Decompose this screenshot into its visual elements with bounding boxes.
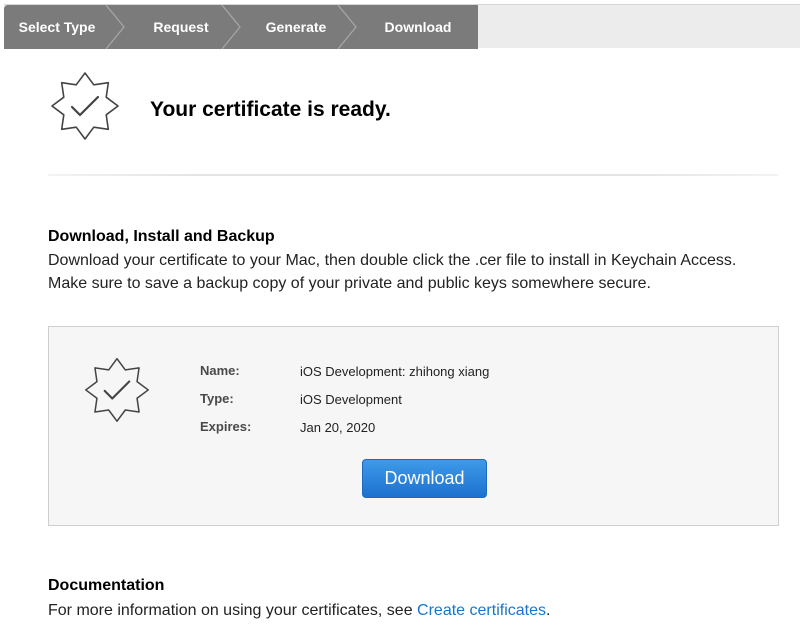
documentation-section-title: Documentation bbox=[48, 577, 165, 594]
step-progress-bar: Select Type Request Generate Download bbox=[4, 4, 800, 49]
step-separator-chevron bbox=[221, 5, 241, 49]
certificate-name-label: Name: bbox=[200, 363, 240, 378]
certificate-badge-check-icon bbox=[85, 357, 149, 422]
certificate-expires-label: Expires: bbox=[200, 419, 252, 434]
backup-instructions-line-1: Download your certificate to your Mac, t… bbox=[48, 252, 737, 269]
certificate-type-label: Type: bbox=[200, 391, 234, 406]
certificate-details-card: Name: iOS Development: zhihong xiang Typ… bbox=[48, 326, 779, 526]
section-divider bbox=[48, 174, 778, 176]
step-separator-chevron bbox=[337, 5, 357, 49]
download-button[interactable]: Download bbox=[362, 459, 487, 498]
step-download: Download bbox=[384, 19, 452, 35]
backup-instructions-line-2: Make sure to save a backup copy of your … bbox=[48, 275, 651, 292]
documentation-text: For more information on using your certi… bbox=[48, 599, 550, 622]
documentation-text-prefix: For more information on using your certi… bbox=[48, 602, 418, 619]
certificate-badge-check-icon bbox=[51, 72, 119, 140]
create-certificates-link[interactable]: Create certificates bbox=[417, 602, 546, 619]
documentation-text-suffix: . bbox=[545, 602, 551, 619]
certificate-name-value: iOS Development: zhihong xiang bbox=[300, 364, 490, 379]
step-separator-chevron bbox=[105, 5, 125, 49]
certificate-type-value: iOS Development bbox=[300, 392, 402, 407]
backup-section-title: Download, Install and Backup bbox=[48, 228, 275, 245]
step-select-type: Select Type bbox=[18, 19, 96, 35]
certificate-expires-value: Jan 20, 2020 bbox=[300, 420, 376, 435]
page-title: Your certificate is ready. bbox=[150, 98, 391, 121]
